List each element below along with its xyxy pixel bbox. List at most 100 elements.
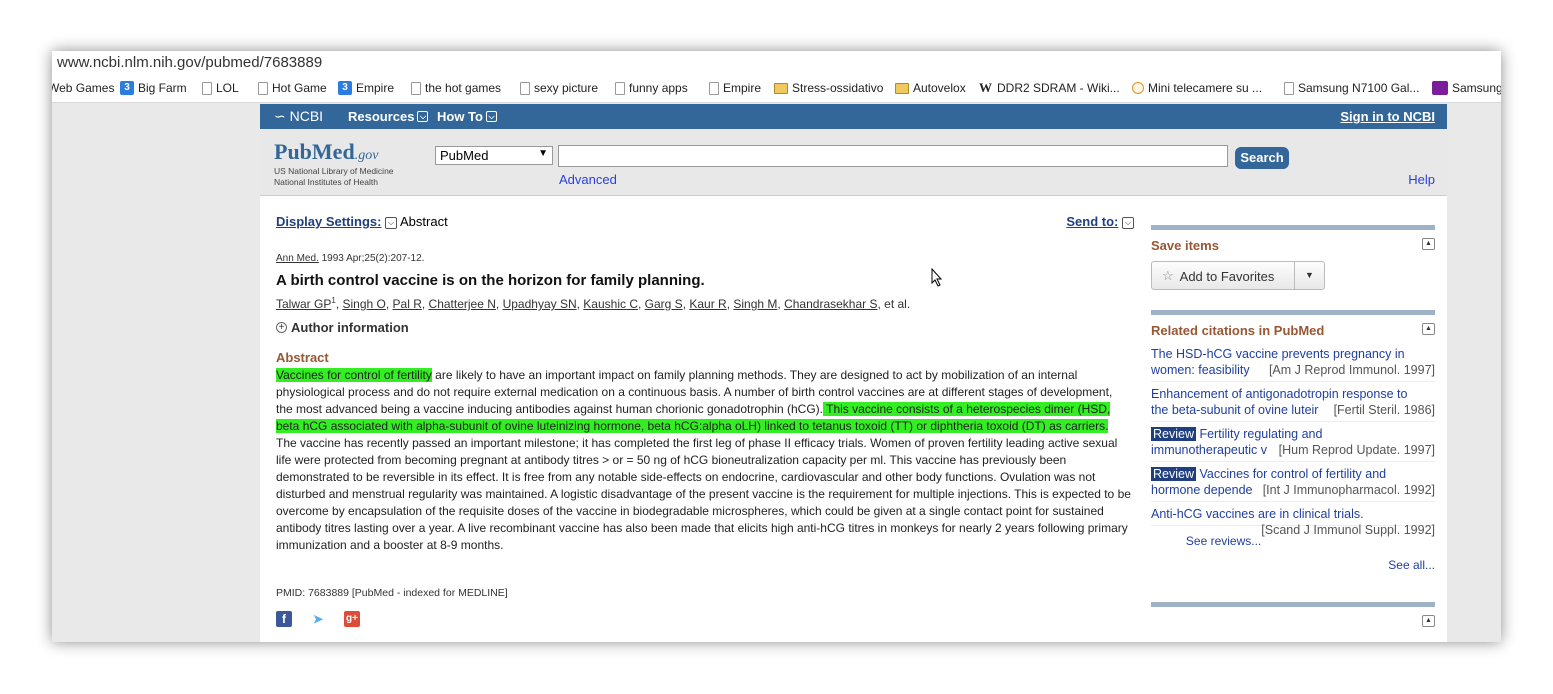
collapse-icon[interactable]: ▲ [1422, 615, 1435, 627]
mouse-cursor-icon [931, 268, 943, 287]
ncbi-top-bar: ∽ NCBI Resources ⌵ How To ⌵ Sign in to N… [260, 104, 1447, 129]
bookmark-label: Samsung N7100 Gal... [1298, 81, 1420, 95]
bookmark-item[interactable]: Empire [709, 81, 761, 95]
collapse-icon[interactable]: ▲ [1422, 238, 1435, 250]
author-information-toggle[interactable]: + Author information [276, 320, 409, 335]
related-title-line2[interactable]: women: feasibility [1151, 363, 1250, 377]
howto-menu[interactable]: How To ⌵ [437, 109, 497, 124]
related-title-line1[interactable]: Anti-hCG vaccines are in clinical trials… [1151, 507, 1364, 521]
sidebar-divider [1151, 310, 1435, 315]
bookmark-label: Samsung [1452, 81, 1501, 95]
bookmark-label: DDR2 SDRAM - Wiki... [997, 81, 1120, 95]
related-citation[interactable]: Review Fertility regulating and immunothe… [1151, 422, 1435, 462]
database-select[interactable]: PubMed ▼ [435, 146, 553, 165]
author-link[interactable]: Talwar GP [276, 297, 331, 311]
display-settings-link[interactable]: Display Settings: [276, 214, 381, 229]
related-title-line1[interactable]: Vaccines for control of fertility and [1196, 467, 1386, 481]
bookmark-item[interactable]: Hot Game [258, 81, 327, 95]
facebook-icon[interactable]: f [276, 611, 292, 627]
related-title-line1[interactable]: Enhancement of antigonadotropin response… [1151, 387, 1407, 401]
bookmark-item[interactable]: the hot games [411, 81, 501, 95]
save-items-heading: Save items ▲ [1151, 238, 1435, 253]
bookmark-item[interactable]: Web Games [52, 81, 114, 95]
author-link[interactable]: Chandrasekhar S [784, 297, 877, 311]
add-to-favorites-label: Add to Favorites [1179, 268, 1275, 284]
abstract-sentence: The vaccine has recently passed an impor… [276, 436, 1131, 552]
ncbi-logo[interactable]: ∽ NCBI [274, 108, 323, 125]
sign-in-link[interactable]: Sign in to NCBI [1340, 109, 1435, 124]
pmid-line: PMID: 7683889 [PubMed - indexed for MEDL… [276, 587, 508, 599]
related-title-line1[interactable]: Fertility regulating and [1196, 427, 1322, 441]
author-link[interactable]: Upadhyay SN [503, 297, 577, 311]
author-link[interactable]: Garg S [645, 297, 683, 311]
citation-text: 1993 Apr;25(2):207-12. [321, 253, 425, 264]
author-link[interactable]: Chatterjee N [429, 297, 496, 311]
author-link[interactable]: Pal R [393, 297, 422, 311]
bookmark-item[interactable]: 3 Big Farm [120, 81, 187, 95]
bookmark-label: Empire [356, 81, 395, 95]
add-to-favorites-button[interactable]: ☆ Add to Favorites ▼ [1151, 261, 1325, 290]
page-icon [411, 81, 421, 95]
see-all-link[interactable]: See all... [1151, 558, 1435, 572]
related-source: [Scand J Immunol Suppl. 1992] [1261, 523, 1435, 537]
chevron-down-icon[interactable]: ⌵ [385, 216, 398, 229]
related-title-line2[interactable]: hormone depende [1151, 483, 1252, 497]
resources-label: Resources [348, 109, 415, 124]
pubmed-logo[interactable]: PubMed.gov US National Library of Medici… [274, 139, 394, 187]
abstract-heading: Abstract [276, 350, 329, 365]
bookmark-item[interactable]: LOL [202, 81, 239, 95]
et-al-link[interactable]: , et al. [877, 297, 910, 311]
bookmark-item[interactable]: Samsung N7100 Gal... [1284, 81, 1419, 95]
search-button[interactable]: Search [1235, 147, 1289, 169]
expand-plus-icon[interactable]: + [276, 322, 287, 333]
bookmark-item[interactable]: sexy picture [520, 81, 598, 95]
search-input[interactable] [558, 145, 1228, 167]
related-source: [Int J Immunopharmacol. 1992] [1262, 483, 1435, 497]
chevron-down-icon[interactable]: ⌵ [1122, 216, 1134, 229]
bookmark-label: Hot Game [272, 81, 327, 95]
affiliation-marker[interactable]: 1 [331, 296, 335, 305]
page-icon [202, 81, 212, 95]
related-title-line2[interactable]: immunotherapeutic v [1151, 443, 1267, 457]
page-icon [615, 81, 625, 95]
related-citation[interactable]: Review Vaccines for control of fertility… [1151, 462, 1435, 502]
journal-link[interactable]: Ann Med. [276, 253, 319, 264]
samsung-icon [1432, 81, 1448, 95]
resources-menu[interactable]: Resources ⌵ [348, 109, 429, 124]
sidebar: Save items ▲ ☆ Add to Favorites ▼ Related … [1151, 197, 1435, 627]
send-to[interactable]: Send to: ⌵ [1066, 214, 1134, 229]
related-title-line2[interactable]: the beta-subunit of ovine luteir [1151, 403, 1318, 417]
send-to-link[interactable]: Send to: [1066, 214, 1118, 229]
related-title-line1[interactable]: The HSD-hCG vaccine prevents pregnancy i… [1151, 347, 1405, 361]
bookmark-item[interactable]: Mini telecamere su ... [1132, 81, 1262, 95]
page-icon [520, 81, 530, 95]
twitter-icon[interactable]: ➤ [310, 611, 326, 627]
author-link[interactable]: Kaushic C [583, 297, 638, 311]
bookmark-item[interactable]: W DDR2 SDRAM - Wiki... [979, 81, 1120, 96]
bookmark-item[interactable]: Samsung [1432, 81, 1501, 95]
bookmark-item[interactable]: 3 Empire [338, 81, 394, 95]
logo-pub: Pub [274, 139, 312, 164]
collapse-icon[interactable]: ▲ [1422, 323, 1435, 335]
chevron-down-icon: ⌵ [485, 111, 497, 122]
advanced-search-link[interactable]: Advanced [559, 172, 617, 187]
related-citation[interactable]: Anti-hCG vaccines are in clinical trials… [1151, 502, 1435, 537]
bookmark-item[interactable]: Autovelox [895, 81, 966, 95]
dropdown-arrow-icon[interactable]: ▼ [1294, 262, 1324, 289]
google-plus-icon[interactable]: g+ [344, 611, 360, 627]
related-citation[interactable]: Enhancement of antigonadotropin response… [1151, 382, 1435, 422]
help-link[interactable]: Help [1408, 172, 1435, 187]
logo-gov: .gov [354, 148, 379, 163]
address-bar[interactable]: www.ncbi.nlm.nih.gov/pubmed/7683889 [52, 51, 1501, 76]
bookmark-item[interactable]: Stress-ossidativo [774, 81, 883, 95]
url-text[interactable]: www.ncbi.nlm.nih.gov/pubmed/7683889 [57, 54, 322, 71]
bookmark-item[interactable]: funny apps [615, 81, 688, 95]
author-link[interactable]: Singh O [342, 297, 385, 311]
bookmark-label: the hot games [425, 81, 502, 95]
author-link[interactable]: Kaur R [689, 297, 726, 311]
author-link[interactable]: Singh M [733, 297, 777, 311]
logo-subtitle-1: US National Library of Medicine [274, 166, 394, 176]
related-citation[interactable]: The HSD-hCG vaccine prevents pregnancy i… [1151, 342, 1435, 382]
content-area: Display Settings: ⌵ Abstract Send to: ⌵ … [260, 197, 1447, 642]
display-settings[interactable]: Display Settings: ⌵ Abstract [276, 214, 448, 229]
